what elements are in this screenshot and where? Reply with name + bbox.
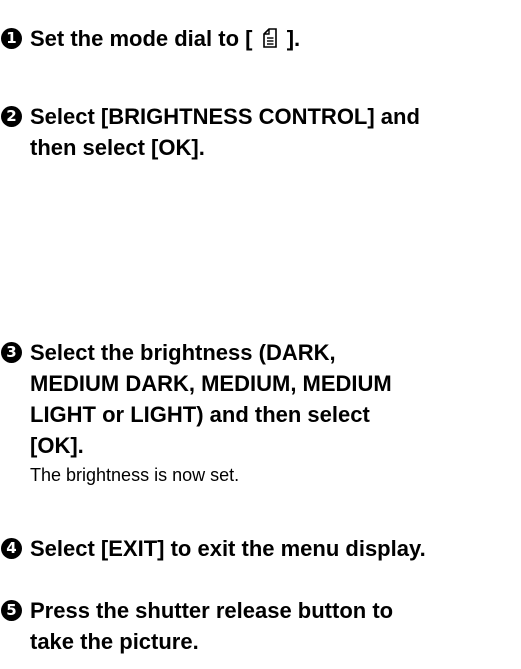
- step-3-text-1: Select the brightness (DARK,: [30, 340, 336, 365]
- step-5-line-1: 5 Press the shutter release button to: [0, 595, 521, 626]
- step-3-text-3: LIGHT or LIGHT) and then select: [30, 402, 370, 427]
- step-3: 3 Select the brightness (DARK, MEDIUM DA…: [0, 337, 521, 487]
- step-1-line: 1 Set the mode dial to [ ].: [0, 23, 521, 54]
- step-3-line-1: 3 Select the brightness (DARK,: [0, 337, 521, 368]
- step-number-badge: 3: [1, 342, 22, 363]
- step-5-text-1: Press the shutter release button to: [30, 598, 394, 623]
- step-1-text-before: Set the mode dial to [: [30, 26, 253, 51]
- step-1-text-after: ].: [286, 26, 301, 51]
- step-3-line-4: [OK].: [0, 430, 521, 461]
- step-2: 2 Select [BRIGHTNESS CONTROL] and then s…: [0, 101, 521, 163]
- step-5: 5 Press the shutter release button to ta…: [0, 595, 521, 657]
- step-2-line-2: then select [OK].: [0, 132, 521, 163]
- step-3-line-2: MEDIUM DARK, MEDIUM, MEDIUM: [0, 368, 521, 399]
- step-5-line-2: take the picture.: [0, 626, 521, 657]
- step-3-note: The brightness is now set.: [30, 465, 240, 485]
- step-4-line-1: 4 Select [EXIT] to exit the menu display…: [0, 533, 521, 564]
- print-mode-icon: [262, 28, 277, 48]
- step-number-badge: 2: [1, 106, 22, 127]
- step-number-badge: 5: [1, 600, 22, 621]
- step-4: 4 Select [EXIT] to exit the menu display…: [0, 533, 521, 564]
- step-2-text-1: Select [BRIGHTNESS CONTROL] and: [30, 104, 420, 129]
- step-number-badge: 4: [1, 538, 22, 559]
- step-3-line-3: LIGHT or LIGHT) and then select: [0, 399, 521, 430]
- step-1: 1 Set the mode dial to [ ].: [0, 23, 521, 54]
- step-3-text-2: MEDIUM DARK, MEDIUM, MEDIUM: [30, 371, 392, 396]
- step-number-badge: 1: [1, 28, 22, 49]
- step-4-text-1: Select [EXIT] to exit the menu display.: [30, 536, 426, 561]
- step-5-text-2: take the picture.: [30, 629, 199, 654]
- step-2-line-1: 2 Select [BRIGHTNESS CONTROL] and: [0, 101, 521, 132]
- step-2-text-2: then select [OK].: [30, 135, 205, 160]
- step-3-text-4: [OK].: [30, 433, 84, 458]
